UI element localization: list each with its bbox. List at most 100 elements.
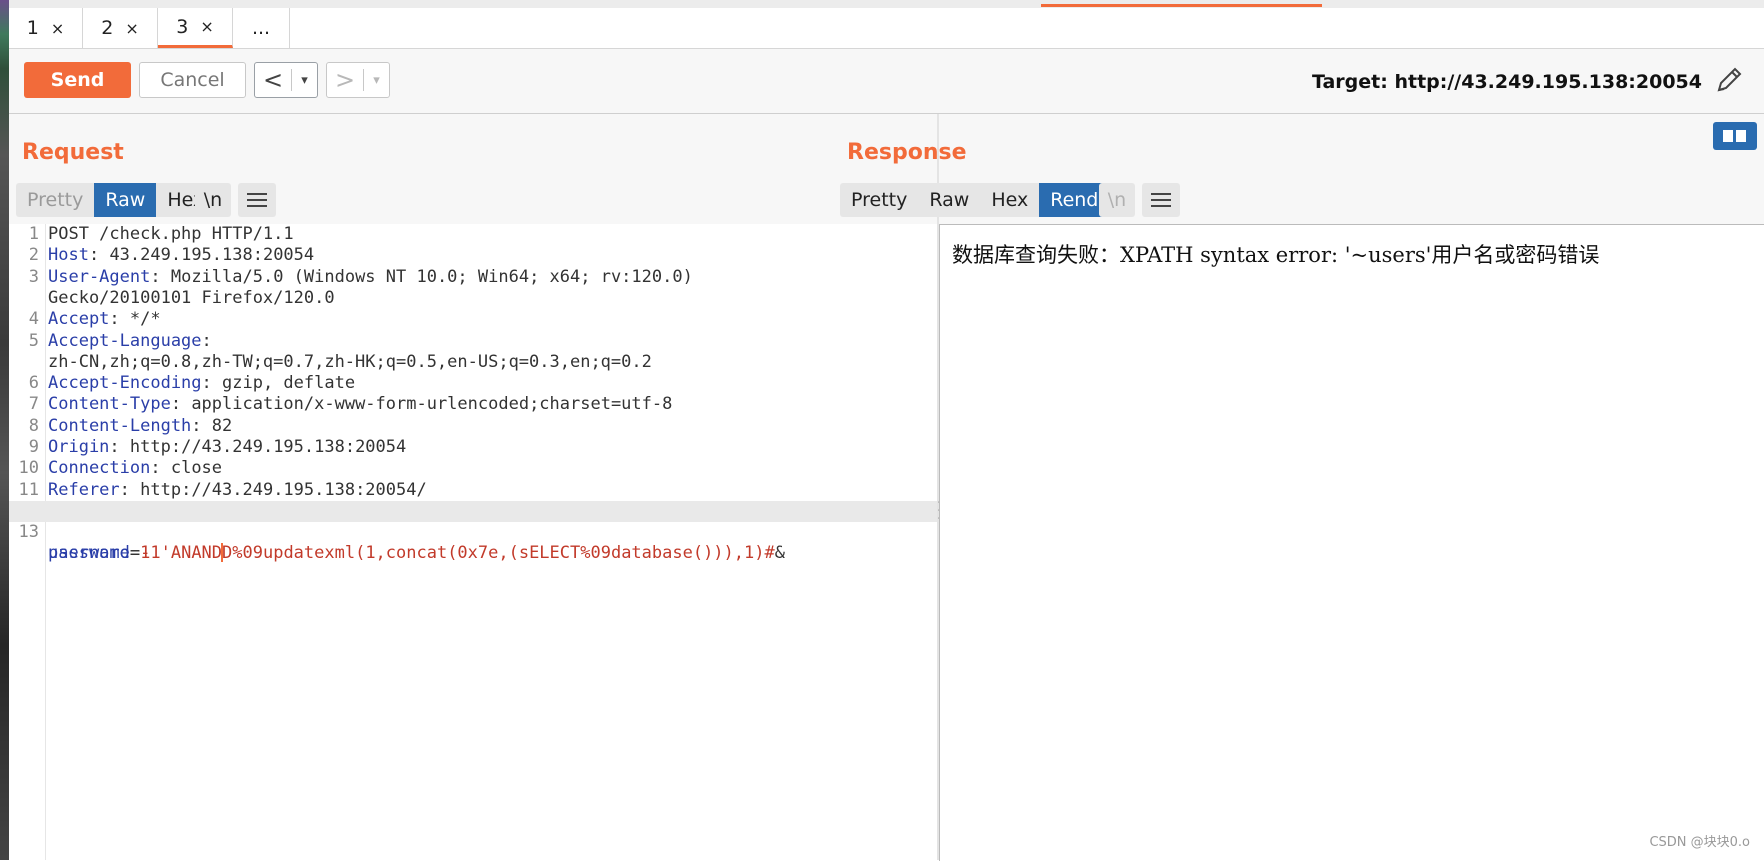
tab-label: 2 [101, 17, 114, 39]
request-title: Request [22, 140, 124, 165]
request-editor[interactable]: 1 POST /check.php HTTP/1.1 2 Host: 43.249.1… [9, 224, 937, 860]
layout-pane-left [1723, 130, 1733, 142]
response-menu-button[interactable] [1142, 183, 1180, 217]
header-separator: : [150, 266, 171, 287]
send-button[interactable]: Send [24, 62, 131, 98]
newline-toggle-button[interactable]: \n [195, 183, 231, 217]
header-value: 82 [211, 415, 233, 436]
line-number: 1 [28, 224, 39, 244]
history-forward-button[interactable]: > ▾ [326, 62, 390, 98]
close-icon[interactable]: × [51, 19, 64, 38]
request-line[interactable]: 3 User-Agent: Mozilla/5.0 (Windows NT 10.… [9, 267, 937, 288]
tab-raw[interactable]: Raw [918, 183, 980, 217]
param-value: 1 [140, 543, 151, 564]
watermark: CSDN @块块0.o [1649, 835, 1750, 850]
header-name: Accept [48, 309, 110, 330]
response-view-tabs: Pretty Raw Hex Render [840, 183, 1129, 217]
cancel-button[interactable]: Cancel [139, 62, 246, 98]
pencil-icon[interactable] [1712, 63, 1746, 97]
response-rendered-text: 数据库查询失败：XPATH syntax error: '~users'用户名或… [952, 243, 1600, 267]
close-icon[interactable]: × [200, 17, 213, 36]
tab-pretty[interactable]: Pretty [16, 183, 94, 217]
line-number: 10 [18, 458, 39, 479]
target-label: Target: http://43.249.195.138:20054 [1311, 71, 1702, 93]
header-value: close [170, 458, 223, 479]
header-value: 43.249.195.138:20054 [109, 245, 315, 266]
header-value: Gecko/20100101 Firefox/120.0 [48, 287, 335, 308]
header-separator: : [191, 415, 212, 436]
line-number: 6 [28, 373, 39, 394]
param-name: password [48, 543, 130, 564]
header-value: http://43.249.195.138:20054/ [140, 479, 427, 500]
request-line[interactable]: 7 Content-Type: application/x-www-form-ur… [9, 394, 937, 415]
param-equals: = [129, 543, 141, 564]
header-name: Referer [48, 479, 120, 500]
header-separator: : [109, 309, 130, 330]
request-line[interactable]: zh-CN,zh;q=0.8,zh-TW;q=0.7,zh-HK;q=0.5,e… [9, 352, 937, 373]
header-value: */* [129, 309, 161, 330]
header-value: gzip, deflate [222, 373, 356, 394]
response-title: Response [847, 140, 967, 165]
request-line[interactable]: 2 Host: 43.249.195.138:20054 [9, 245, 937, 266]
request-body-line[interactable]: 13 username=-1'ANANDD%09updatexml(1,conc… [9, 500, 937, 563]
layout-pane-right [1736, 130, 1746, 142]
request-line[interactable]: 1 POST /check.php HTTP/1.1 [9, 224, 937, 245]
request-line[interactable]: 9 Origin: http://43.249.195.138:20054 [9, 437, 937, 458]
header-value: http://43.249.195.138:20054 [129, 437, 407, 457]
request-menu-button[interactable] [238, 183, 276, 217]
line-number: 2 [28, 245, 39, 266]
repeater-tab-bar: 1 × 2 × 3 × ... [9, 8, 1764, 49]
newline-toggle-button[interactable]: \n [1099, 183, 1135, 217]
request-view-tabs: Pretty Raw Hex [16, 183, 216, 217]
tab-3[interactable]: 3 × [158, 8, 233, 48]
request-body-line-wrap[interactable]: password=1 [9, 522, 937, 563]
header-separator: : [201, 330, 212, 351]
request-line[interactable]: 4 Accept: */* [9, 309, 937, 330]
tab-1[interactable]: 1 × [9, 8, 83, 48]
header-separator: : [201, 373, 223, 394]
header-separator: : [109, 437, 130, 457]
header-separator: : [88, 245, 110, 266]
param-separator: & [774, 542, 785, 563]
request-line[interactable]: 11 Referer: http://43.249.195.138:20054/ [9, 480, 937, 501]
chevron-left-icon[interactable]: < [255, 63, 291, 97]
request-line[interactable]: 5 Accept-Language: [9, 331, 937, 352]
line-number: 4 [28, 309, 39, 330]
chevron-down-icon[interactable]: ▾ [364, 73, 389, 88]
line-number: 3 [28, 266, 39, 287]
tab-2[interactable]: 2 × [83, 8, 158, 48]
tab-more[interactable]: ... [233, 8, 290, 48]
tab-label: ... [251, 17, 271, 39]
request-line[interactable]: 10 Connection: close [9, 458, 937, 479]
header-name: User-Agent [48, 266, 151, 287]
header-name: Content-Length [48, 415, 192, 436]
header-separator: : [119, 479, 141, 500]
header-separator: : [150, 458, 171, 479]
header-value: POST /check.php HTTP/1.1 [48, 224, 294, 244]
header-name: Host [48, 245, 89, 266]
request-line[interactable]: 6 Accept-Encoding: gzip, deflate [9, 373, 937, 394]
tab-raw[interactable]: Raw [94, 183, 157, 217]
header-value: zh-CN,zh;q=0.8,zh-TW;q=0.7,zh-HK;q=0.5,e… [48, 351, 652, 372]
param-value: D%09updatexml(1,concat(0x7e,(sELECT%09da… [222, 542, 775, 563]
header-value: Mozilla/5.0 (Windows NT 10.0; Win64; x64… [170, 266, 693, 287]
header-name: Content-Type [48, 394, 171, 415]
tab-hex[interactable]: Hex [980, 183, 1039, 217]
history-back-button[interactable]: < ▾ [254, 62, 318, 98]
line-number: 9 [28, 437, 39, 457]
response-render-view: 数据库查询失败：XPATH syntax error: '~users'用户名或… [939, 224, 1764, 861]
split-layout-icon[interactable] [1713, 122, 1757, 150]
request-line[interactable]: 8 Content-Length: 82 [9, 416, 937, 437]
request-line[interactable]: Gecko/20100101 Firefox/120.0 [9, 288, 937, 309]
tab-pretty[interactable]: Pretty [840, 183, 918, 217]
tab-label: 1 [26, 17, 39, 39]
header-name: Origin [48, 437, 110, 457]
header-name: Connection [48, 458, 151, 479]
close-icon[interactable]: × [125, 19, 138, 38]
line-number: 5 [28, 330, 39, 351]
chevron-right-icon[interactable]: > [327, 63, 363, 97]
hamburger-menu-icon [247, 193, 267, 207]
header-value: application/x-www-form-urlencoded;charse… [191, 394, 673, 415]
chevron-down-icon[interactable]: ▾ [292, 73, 317, 88]
hamburger-menu-icon [1151, 193, 1171, 207]
